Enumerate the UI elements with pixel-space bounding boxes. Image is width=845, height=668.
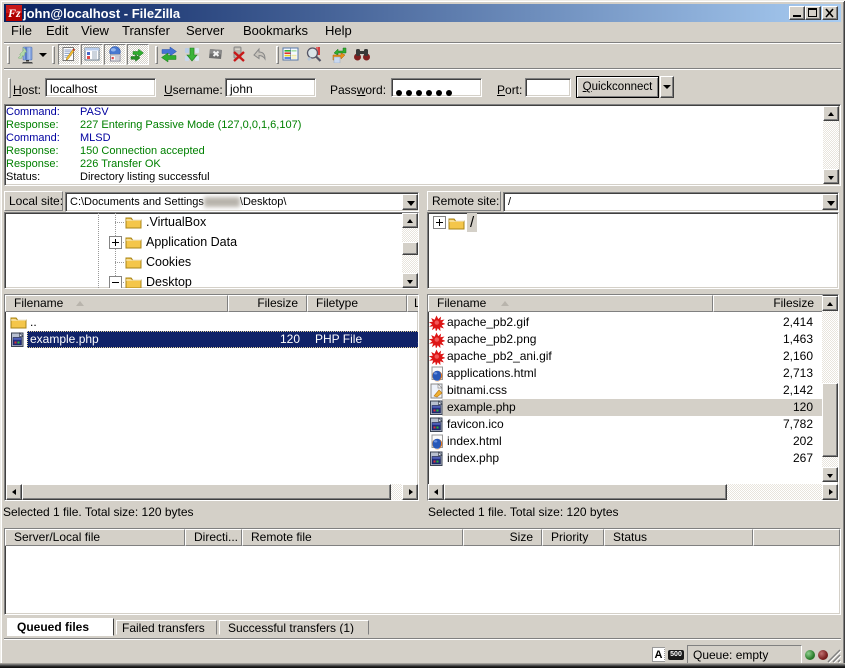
svg-text:Fz: Fz — [7, 6, 21, 20]
